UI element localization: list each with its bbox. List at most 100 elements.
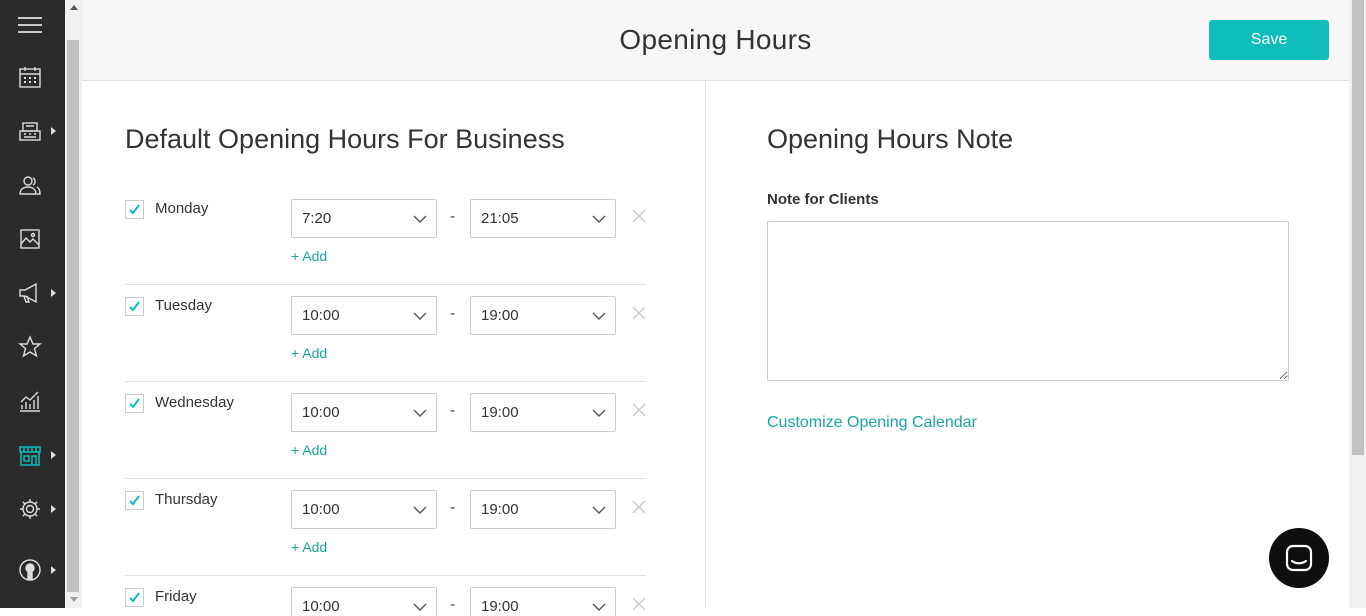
- open-time-select[interactable]: 10:00: [291, 393, 437, 432]
- account-icon: [18, 558, 42, 582]
- scrollbar-thumb[interactable]: [67, 40, 79, 592]
- sidebar-item-store[interactable]: [0, 428, 65, 482]
- chat-icon: [1285, 544, 1313, 572]
- chevron-down-icon: [413, 603, 427, 611]
- sidebar-item-reviews[interactable]: [0, 320, 65, 374]
- chevron-right-icon: [51, 127, 56, 135]
- sidebar-item-stats[interactable]: [0, 374, 65, 428]
- close-time-select[interactable]: 19:00: [470, 490, 616, 529]
- close-icon[interactable]: [631, 596, 646, 612]
- close-time-select[interactable]: 21:05: [470, 199, 616, 238]
- note-panel: Opening Hours Note Note for Clients Cust…: [707, 81, 1349, 608]
- day-label: Wednesday: [155, 394, 234, 411]
- time-separator: -: [450, 208, 455, 225]
- add-hours-link[interactable]: + Add: [291, 248, 327, 264]
- sidebar-item-account[interactable]: [0, 543, 65, 597]
- sidebar-item-register[interactable]: [0, 104, 65, 158]
- time-separator: -: [450, 596, 455, 613]
- close-time-value: 19:00: [481, 598, 519, 615]
- close-time-select[interactable]: 19:00: [470, 296, 616, 335]
- sidebar-item-clients[interactable]: [0, 158, 65, 212]
- day-row-wednesday: Wednesday 10:00 - 19:00 + Add: [125, 382, 646, 479]
- open-time-value: 10:00: [302, 598, 340, 615]
- day-checkbox[interactable]: [125, 200, 144, 219]
- register-icon: [18, 119, 42, 143]
- add-hours-link[interactable]: + Add: [291, 539, 327, 555]
- chevron-down-icon: [592, 603, 606, 611]
- day-label: Monday: [155, 200, 209, 217]
- close-icon[interactable]: [631, 208, 647, 224]
- day-label: Tuesday: [155, 297, 212, 314]
- open-time-select[interactable]: 10:00: [291, 296, 437, 335]
- close-time-select[interactable]: 19:00: [470, 393, 616, 432]
- close-time-select[interactable]: 19:00: [470, 587, 616, 616]
- time-separator: -: [450, 499, 455, 516]
- open-time-value: 7:20: [302, 210, 332, 227]
- close-time-value: 19:00: [481, 404, 519, 421]
- section-title: Default Opening Hours For Business: [125, 124, 565, 154]
- calendar-icon: [18, 65, 42, 89]
- chat-button[interactable]: [1269, 528, 1329, 588]
- sidebar: [0, 0, 65, 608]
- page-scrollbar[interactable]: [1349, 0, 1366, 608]
- scroll-up-icon[interactable]: [70, 5, 78, 10]
- close-icon[interactable]: [631, 499, 647, 515]
- note-textarea[interactable]: [767, 221, 1289, 381]
- chevron-down-icon: [413, 215, 427, 223]
- store-icon: [18, 443, 42, 467]
- megaphone-icon: [18, 281, 42, 305]
- time-separator: -: [450, 305, 455, 322]
- clients-icon: [18, 173, 42, 197]
- gear-icon: [18, 497, 42, 521]
- sidebar-item-calendar[interactable]: [0, 50, 65, 104]
- menu-icon: [18, 13, 42, 37]
- day-checkbox[interactable]: [125, 394, 144, 413]
- close-icon[interactable]: [631, 305, 647, 321]
- day-checkbox[interactable]: [125, 588, 144, 607]
- chevron-down-icon: [592, 409, 606, 417]
- day-row-monday: Monday 7:20 - 21:05 + Add: [125, 188, 646, 285]
- stats-icon: [18, 389, 42, 413]
- open-time-select[interactable]: 10:00: [291, 587, 437, 616]
- add-hours-link[interactable]: + Add: [291, 345, 327, 361]
- open-time-select[interactable]: 7:20: [291, 199, 437, 238]
- open-time-value: 10:00: [302, 404, 340, 421]
- close-time-value: 19:00: [481, 501, 519, 518]
- chevron-right-icon: [51, 289, 56, 297]
- chevron-right-icon: [51, 505, 56, 513]
- day-label: Thursday: [155, 491, 218, 508]
- day-checkbox[interactable]: [125, 491, 144, 510]
- chevron-right-icon: [51, 566, 56, 574]
- sidebar-scrollbar[interactable]: [65, 0, 82, 608]
- chevron-down-icon: [592, 312, 606, 320]
- scroll-down-icon[interactable]: [70, 597, 78, 602]
- open-time-select[interactable]: 10:00: [291, 490, 437, 529]
- scrollbar-thumb[interactable]: [1352, 0, 1364, 455]
- sidebar-item-settings[interactable]: [0, 482, 65, 536]
- close-time-value: 19:00: [481, 307, 519, 324]
- open-time-value: 10:00: [302, 307, 340, 324]
- chevron-down-icon: [592, 506, 606, 514]
- customize-calendar-link[interactable]: Customize Opening Calendar: [767, 414, 977, 432]
- day-row-friday: Friday 10:00 - 19:00: [125, 576, 646, 616]
- close-icon[interactable]: [631, 402, 647, 418]
- chevron-right-icon: [51, 451, 56, 459]
- gallery-icon: [18, 227, 42, 251]
- chevron-down-icon: [413, 506, 427, 514]
- sidebar-item-gallery[interactable]: [0, 212, 65, 266]
- add-hours-link[interactable]: + Add: [291, 442, 327, 458]
- save-button[interactable]: Save: [1209, 20, 1329, 60]
- chevron-down-icon: [592, 215, 606, 223]
- day-row-tuesday: Tuesday 10:00 - 19:00 + Add: [125, 285, 646, 382]
- day-row-thursday: Thursday 10:00 - 19:00 + Add: [125, 479, 646, 576]
- open-time-value: 10:00: [302, 501, 340, 518]
- sidebar-item-menu[interactable]: [0, 0, 65, 50]
- close-time-value: 21:05: [481, 210, 519, 227]
- sidebar-item-marketing[interactable]: [0, 266, 65, 320]
- page-header: Opening Hours Save: [82, 0, 1349, 81]
- page-title: Opening Hours: [619, 24, 812, 55]
- note-label: Note for Clients: [767, 191, 879, 208]
- chevron-down-icon: [413, 312, 427, 320]
- time-separator: -: [450, 402, 455, 419]
- day-checkbox[interactable]: [125, 297, 144, 316]
